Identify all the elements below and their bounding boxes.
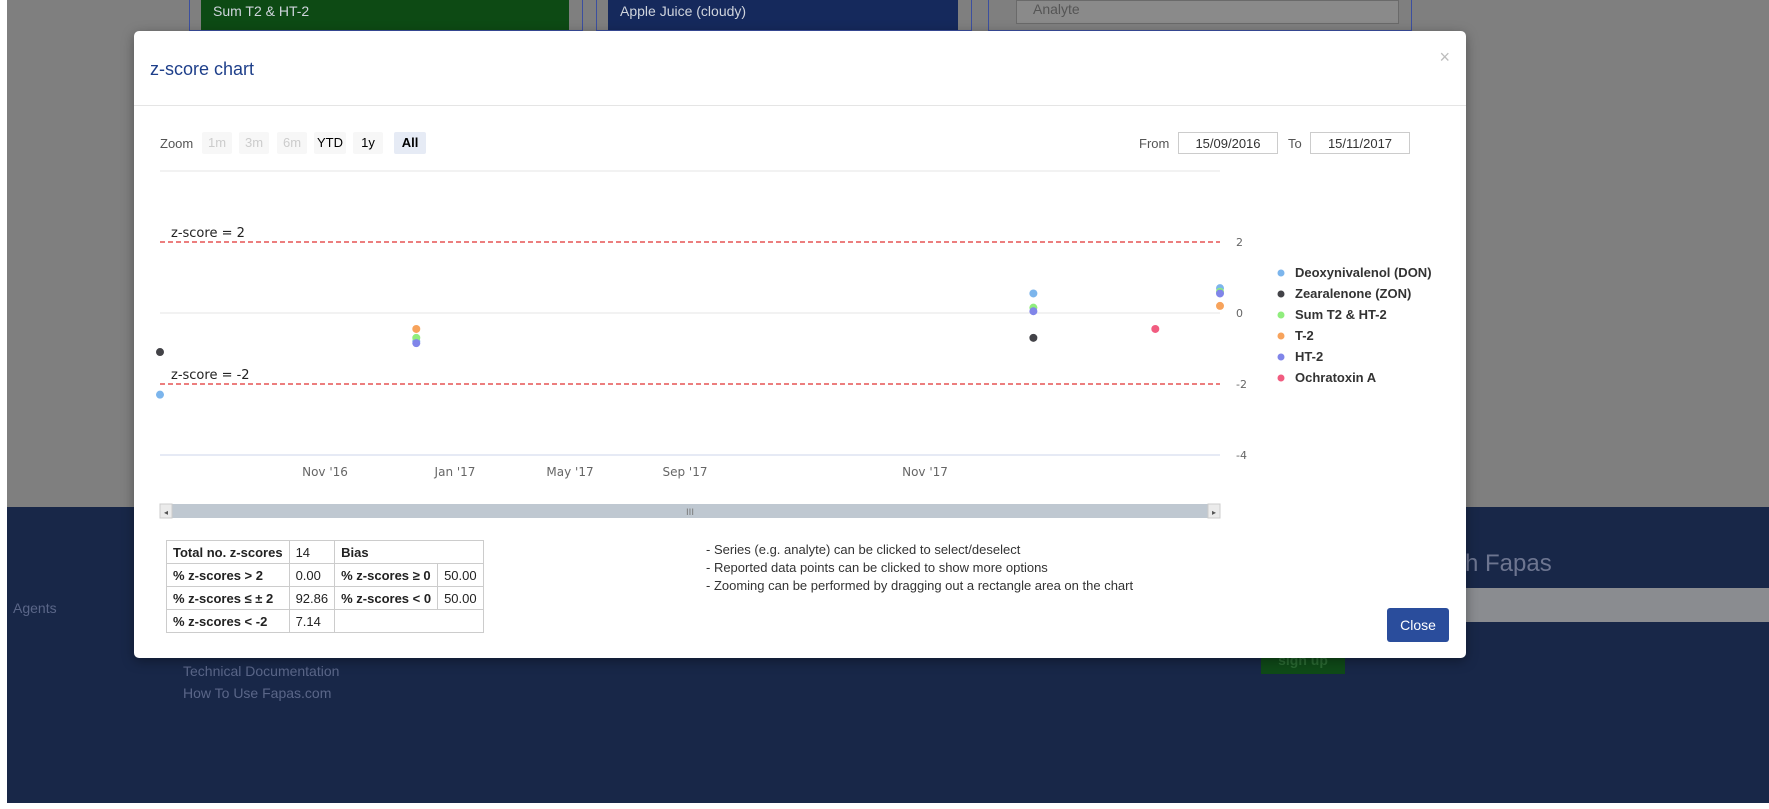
legend-item[interactable]: HT-2 — [1277, 349, 1324, 364]
data-point[interactable] — [1216, 301, 1224, 310]
total-label: Total no. z-scores — [166, 540, 290, 564]
reference-line-label: z-score = 2 — [171, 226, 245, 241]
legend-marker — [1277, 353, 1285, 361]
bias-stat-value: 50.00 — [437, 563, 485, 587]
footer-email-input — [1465, 588, 1769, 622]
data-point[interactable] — [412, 324, 421, 333]
legend-marker — [1277, 290, 1285, 298]
legend-marker — [1277, 269, 1285, 277]
legend-marker — [1277, 332, 1285, 340]
y-tick-label: -4 — [1236, 449, 1247, 462]
z-score-scatter-chart: z-score = 2 z-score = -2 Nov '16 Jan '17 Ma… — [156, 170, 1432, 519]
chart-help-notes: - Series (e.g. analyte) can be clicked t… — [706, 541, 1133, 595]
close-button[interactable]: Close — [1387, 608, 1449, 642]
grip-icon: III — [686, 508, 694, 518]
y-tick-label: 0 — [1236, 307, 1243, 320]
table-row: % z-scores ≤ ± 2 92.86 % z-scores < 0 50… — [166, 586, 485, 610]
data-point[interactable] — [1029, 307, 1038, 316]
legend-label: T-2 — [1295, 328, 1314, 343]
legend-marker — [1277, 311, 1285, 319]
bias-stat-value: 50.00 — [437, 586, 485, 610]
stat-value: 7.14 — [288, 609, 336, 633]
data-point[interactable] — [156, 390, 164, 399]
legend-item[interactable]: Ochratoxin A — [1277, 370, 1377, 385]
z-score-stats-table: Total no. z-scores 14 Bias % z-scores > … — [166, 540, 485, 633]
data-point[interactable] — [1029, 333, 1038, 342]
legend-label: Deoxynivalenol (DON) — [1295, 265, 1432, 280]
x-tick-label: Nov '16 — [302, 465, 348, 479]
legend-marker — [1277, 374, 1285, 382]
legend-item[interactable]: Sum T2 & HT-2 — [1277, 307, 1387, 322]
x-tick-label: Sep '17 — [663, 465, 708, 479]
data-point[interactable] — [156, 348, 164, 357]
data-point[interactable] — [1151, 324, 1160, 333]
bias-stat-label: % z-scores ≥ 0 — [334, 563, 439, 587]
legend-label: HT-2 — [1295, 349, 1323, 364]
bias-label: Bias — [334, 540, 485, 564]
note-line: - Series (e.g. analyte) can be clicked t… — [706, 542, 1021, 557]
data-point[interactable] — [412, 339, 421, 348]
z-score-modal: z-score chart × Zoom 1m 3m 6m YTD 1y All… — [134, 31, 1466, 658]
footer-link-how-to-use: How To Use Fapas.com — [183, 685, 332, 701]
data-point[interactable] — [1029, 289, 1038, 298]
stat-value: 92.86 — [288, 586, 336, 610]
stat-label: % z-scores < -2 — [166, 609, 290, 633]
legend-item[interactable]: T-2 — [1277, 328, 1314, 343]
total-value: 14 — [288, 540, 336, 564]
bottom-edge — [0, 803, 1769, 809]
x-tick-label: Jan '17 — [434, 465, 476, 479]
navigator-scrollbar[interactable]: ◂ ▸ III — [159, 503, 1221, 519]
footer-link-technical-docs: Technical Documentation — [183, 663, 340, 679]
stat-label: % z-scores > 2 — [166, 563, 290, 587]
table-row: % z-scores > 2 0.00 % z-scores ≥ 0 50.00 — [166, 563, 485, 587]
bg-matrix-button: Apple Juice (cloudy) — [608, 0, 958, 30]
reference-line-label: z-score = -2 — [171, 368, 250, 383]
chevron-left-icon: ◂ — [164, 508, 168, 517]
legend-label: Sum T2 & HT-2 — [1295, 307, 1387, 322]
x-tick-label: Nov '17 — [902, 465, 948, 479]
data-point[interactable] — [1216, 289, 1224, 298]
note-line: - Zooming can be performed by dragging o… — [706, 578, 1134, 593]
chevron-right-icon: ▸ — [1212, 508, 1216, 517]
bias-stat-label: % z-scores < 0 — [334, 586, 439, 610]
legend-item[interactable]: Deoxynivalenol (DON) — [1277, 265, 1432, 280]
legend-item[interactable]: Zearalenone (ZON) — [1277, 286, 1412, 301]
left-edge — [0, 0, 7, 809]
footer-link-agents: Agents — [13, 600, 57, 616]
table-row: Total no. z-scores 14 Bias — [166, 540, 485, 564]
table-row: % z-scores < -2 7.14 — [166, 609, 485, 633]
note-line: - Reported data points can be clicked to… — [706, 560, 1048, 575]
legend-label: Ochratoxin A — [1295, 370, 1377, 385]
empty-cell — [334, 609, 485, 633]
stat-value: 0.00 — [288, 563, 336, 587]
stat-label: % z-scores ≤ ± 2 — [166, 586, 290, 610]
footer-fapas-heading: h Fapas — [1465, 550, 1552, 577]
bg-analyte-select: Analyte — [1016, 0, 1399, 24]
legend-label: Zearalenone (ZON) — [1295, 286, 1411, 301]
bg-analyte-button: Sum T2 & HT-2 — [201, 0, 569, 30]
y-tick-label: 2 — [1236, 236, 1243, 249]
x-tick-label: May '17 — [546, 465, 593, 479]
y-tick-label: -2 — [1236, 378, 1247, 391]
